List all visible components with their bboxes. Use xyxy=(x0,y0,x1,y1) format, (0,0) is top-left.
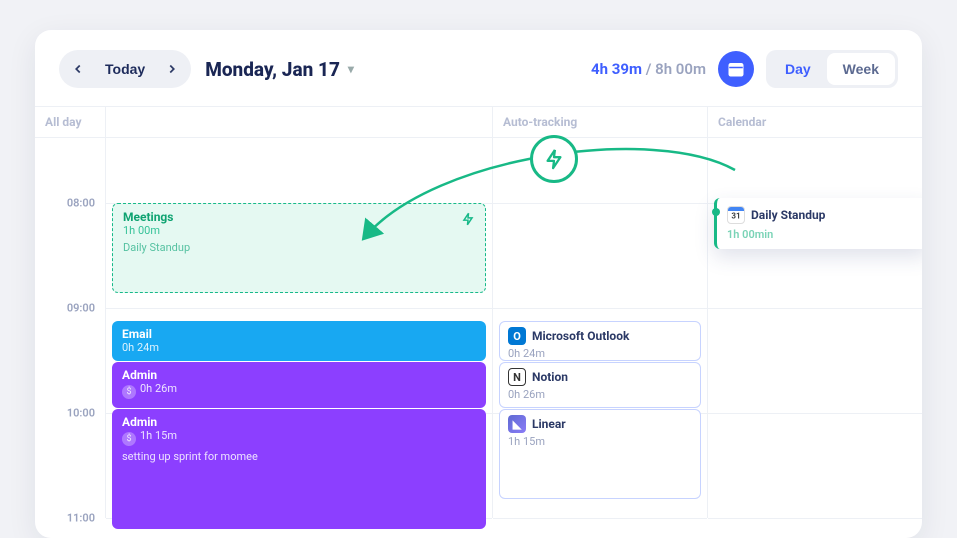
col-calendar-label: Calendar xyxy=(707,107,922,137)
event-admin-2[interactable]: Admin $1h 15m setting up sprint for mome… xyxy=(112,409,486,529)
app-duration: 0h 24m xyxy=(508,347,692,360)
prev-day-button[interactable] xyxy=(63,54,93,84)
calendar-track[interactable]: Daily Standup 1h 00min xyxy=(707,138,922,518)
event-duration: 1h 00m xyxy=(123,224,475,237)
view-week-button[interactable]: Week xyxy=(827,53,895,85)
next-day-button[interactable] xyxy=(157,54,187,84)
app-linear[interactable]: ◣ Linear 1h 15m xyxy=(499,409,701,499)
bolt-icon xyxy=(461,212,475,226)
time-label: 11:00 xyxy=(67,512,95,525)
view-day-button[interactable]: Day xyxy=(769,53,827,85)
date-title-text: Monday, Jan 17 xyxy=(205,58,340,81)
col-main xyxy=(105,107,492,137)
timeline-grid: 08:00 09:00 10:00 11:00 Meetings 1h 00m … xyxy=(35,138,922,518)
date-title[interactable]: Monday, Jan 17 ▾ xyxy=(205,58,354,81)
notion-icon: N xyxy=(508,368,526,386)
event-title: Email xyxy=(122,327,476,341)
event-duration: $0h 26m xyxy=(122,382,476,399)
time-label: 10:00 xyxy=(67,407,95,420)
view-toggle: Day Week xyxy=(766,50,898,88)
outlook-icon: O xyxy=(508,327,526,345)
event-dot xyxy=(712,208,720,216)
date-nav: Today xyxy=(59,50,191,88)
event-admin[interactable]: Admin $0h 26m xyxy=(112,362,486,408)
dollar-icon: $ xyxy=(122,385,136,399)
app-duration: 0h 26m xyxy=(508,388,692,401)
svg-text:31: 31 xyxy=(733,70,740,76)
linear-icon: ◣ xyxy=(508,415,526,433)
bolt-badge xyxy=(530,135,578,183)
app-name: Notion xyxy=(532,370,568,384)
cal-event-title: Daily Standup xyxy=(751,208,825,222)
app-outlook[interactable]: O Microsoft Outlook 0h 24m xyxy=(499,321,701,361)
app-name: Linear xyxy=(532,417,566,431)
tracked-hours: 4h 39m / 8h 00m xyxy=(591,60,706,78)
event-meetings[interactable]: Meetings 1h 00m Daily Standup xyxy=(112,203,486,293)
dollar-icon: $ xyxy=(122,432,136,446)
time-label: 09:00 xyxy=(67,302,95,315)
calendar-event[interactable]: Daily Standup 1h 00min xyxy=(714,198,922,249)
time-label: 08:00 xyxy=(67,197,95,210)
event-subtitle: setting up sprint for momee xyxy=(122,450,476,463)
app-name: Microsoft Outlook xyxy=(532,329,629,343)
total-hours: / 8h 00m xyxy=(646,60,706,78)
app-duration: 1h 15m xyxy=(508,435,692,448)
event-title: Admin xyxy=(122,415,476,429)
time-column: 08:00 09:00 10:00 11:00 xyxy=(35,138,105,518)
event-duration: $1h 15m xyxy=(122,429,476,446)
col-allday-label: All day xyxy=(35,107,105,137)
app-notion[interactable]: N Notion 0h 26m xyxy=(499,362,701,408)
gcal-icon xyxy=(727,206,745,224)
app-window: Today Monday, Jan 17 ▾ 4h 39m / 8h 00m 3… xyxy=(35,30,922,538)
header-right: 4h 39m / 8h 00m 31 Day Week xyxy=(591,50,898,88)
cal-event-duration: 1h 00min xyxy=(727,228,918,241)
main-track[interactable]: Meetings 1h 00m Daily Standup Email 0h 2… xyxy=(105,138,492,518)
header: Today Monday, Jan 17 ▾ 4h 39m / 8h 00m 3… xyxy=(35,30,922,106)
calendar-button[interactable]: 31 xyxy=(718,51,754,87)
auto-track[interactable]: O Microsoft Outlook 0h 24m N Notion 0h 26m… xyxy=(492,138,707,518)
event-duration: 0h 24m xyxy=(122,341,476,354)
column-headers: All day Auto-tracking Calendar xyxy=(35,106,922,138)
col-auto-label: Auto-tracking xyxy=(492,107,707,137)
chevron-down-icon: ▾ xyxy=(348,62,354,76)
today-button[interactable]: Today xyxy=(95,54,155,84)
tracked-value: 4h 39m xyxy=(591,60,642,78)
event-title: Admin xyxy=(122,368,476,382)
event-subtitle: Daily Standup xyxy=(123,241,475,254)
event-email[interactable]: Email 0h 24m xyxy=(112,321,486,361)
event-title: Meetings xyxy=(123,210,475,224)
